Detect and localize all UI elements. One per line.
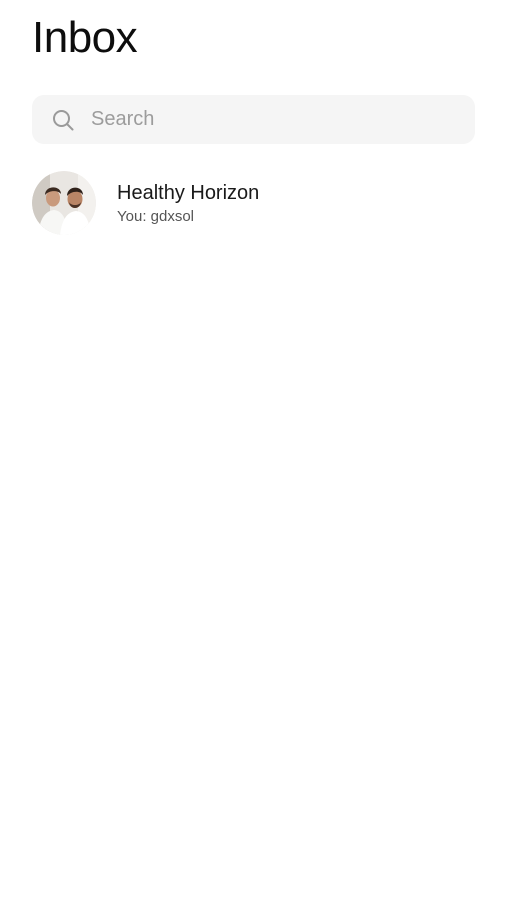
search-icon bbox=[51, 108, 75, 132]
conversation-item[interactable]: Healthy Horizon You: gdxsol bbox=[32, 170, 475, 236]
avatar bbox=[32, 171, 96, 235]
search-input[interactable] bbox=[91, 104, 451, 135]
conversation-name: Healthy Horizon bbox=[117, 181, 260, 204]
conversation-preview: You: gdxsol bbox=[117, 207, 195, 225]
page-title: Inbox bbox=[32, 13, 138, 62]
search-bar[interactable] bbox=[32, 95, 475, 144]
